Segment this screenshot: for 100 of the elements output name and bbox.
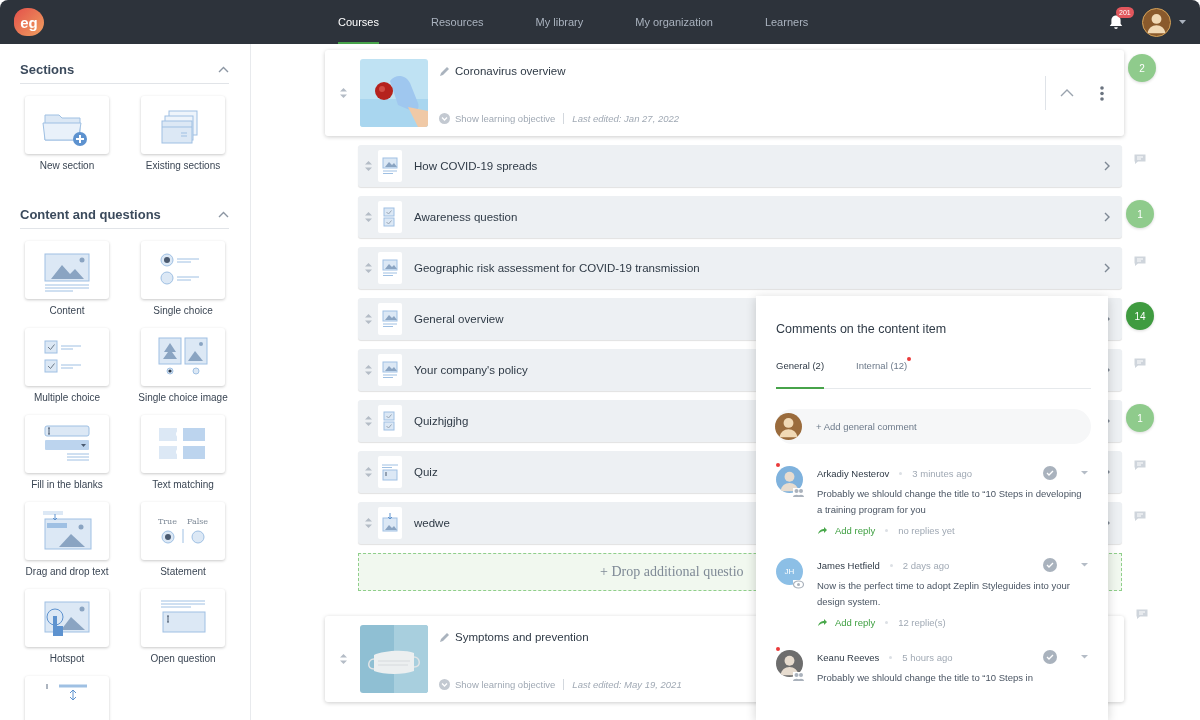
author-avatar: JH xyxy=(776,558,803,585)
nav-tab[interactable]: My library xyxy=(535,0,584,44)
block-tile[interactable] xyxy=(25,328,109,386)
reply-count: 12 replie(s) xyxy=(898,617,946,628)
block-tile[interactable] xyxy=(25,502,109,560)
collapse-icon[interactable] xyxy=(218,66,229,73)
pencil-icon xyxy=(439,65,450,77)
chevron-right-icon xyxy=(1104,212,1110,222)
item-title: General overview xyxy=(414,313,504,325)
content-item-row[interactable]: Awareness question xyxy=(358,196,1122,238)
tile-label: Single choice image xyxy=(138,392,228,403)
section-heading: Sections xyxy=(20,62,75,77)
drag-handle-icon[interactable] xyxy=(339,653,348,665)
block-tile[interactable] xyxy=(25,676,109,720)
tile-label: Existing sections xyxy=(145,160,221,171)
section-heading: Content and questions xyxy=(20,207,161,222)
nav-tab[interactable]: Courses xyxy=(338,0,379,44)
last-edited-text: Last edited: May 19, 2021 xyxy=(572,679,682,690)
caret-icon[interactable] xyxy=(1081,471,1088,475)
reply-arrow-icon xyxy=(817,526,828,535)
block-tile[interactable]: True False xyxy=(141,502,225,560)
nav-tab[interactable]: Learners xyxy=(764,0,809,44)
section-title: Coronavirus overview xyxy=(455,65,566,77)
add-comment-field[interactable]: + Add general comment xyxy=(816,421,917,432)
comment-icon xyxy=(1134,154,1146,164)
comment-icon xyxy=(1134,511,1146,521)
caret-icon xyxy=(1179,20,1186,24)
drag-handle-icon xyxy=(364,466,373,478)
comment-count-badge[interactable]: 14 xyxy=(1126,302,1154,330)
author-name: Arkadiy Nesterov xyxy=(817,467,890,479)
block-tile[interactable] xyxy=(25,589,109,647)
drag-handle-icon xyxy=(364,364,373,376)
collapse-icon[interactable] xyxy=(1060,89,1074,97)
reply-count: no replies yet xyxy=(898,525,955,536)
tile-label: Statement xyxy=(160,566,206,577)
block-tile[interactable] xyxy=(25,415,109,473)
comment-time: 2 days ago xyxy=(902,559,950,571)
nav-tab[interactable]: Resources xyxy=(430,0,484,44)
comment-tab[interactable]: General (2) xyxy=(776,360,825,389)
item-title: Geographic risk assessment for COVID-19 transmission xyxy=(414,262,700,274)
more-options-icon[interactable] xyxy=(1100,85,1104,101)
item-title: Quiz xyxy=(414,466,438,478)
collapse-icon[interactable] xyxy=(218,211,229,218)
pencil-icon xyxy=(439,631,450,643)
author-name: Keanu Reeves xyxy=(817,651,880,663)
chevron-down-icon xyxy=(439,113,450,124)
tile-label: Fill in the blanks xyxy=(31,479,103,490)
drag-handle-icon xyxy=(364,262,373,274)
chevron-down-icon xyxy=(439,679,450,690)
false-label: False xyxy=(186,517,209,526)
user-avatar xyxy=(775,413,802,440)
nav-tab[interactable]: My organization xyxy=(635,0,713,44)
item-title: Quizhjgjhg xyxy=(414,415,469,427)
comment-icon xyxy=(1134,460,1146,470)
comment-time: 3 minutes ago xyxy=(912,467,973,479)
resolve-icon[interactable] xyxy=(1043,466,1057,480)
block-tile[interactable] xyxy=(141,241,225,299)
user-avatar[interactable] xyxy=(1142,7,1171,37)
reply-arrow-icon xyxy=(817,618,828,627)
true-label: True xyxy=(157,517,177,526)
tile-label: Single choice xyxy=(153,305,213,316)
block-tile[interactable] xyxy=(141,96,225,154)
comment-tab[interactable]: Internal (12) xyxy=(856,360,908,389)
content-item-row[interactable]: How COVID-19 spreads xyxy=(358,145,1122,187)
tile-label: Multiple choice xyxy=(33,392,101,403)
block-tile[interactable] xyxy=(141,589,225,647)
last-edited-text: Last edited: Jan 27, 2022 xyxy=(572,113,680,124)
item-title: Your company's policy xyxy=(414,364,528,376)
resolve-icon[interactable] xyxy=(1043,650,1057,664)
tile-label: Open question xyxy=(150,653,216,664)
tile-label: Text matching xyxy=(152,479,214,490)
bell-icon xyxy=(1108,14,1124,30)
tile-label: New section xyxy=(39,160,95,171)
drag-handle-icon xyxy=(364,211,373,223)
comment-icon xyxy=(1136,609,1148,619)
drop-zone-label: + Drop additional questio xyxy=(600,564,744,580)
block-tile[interactable] xyxy=(25,241,109,299)
item-title: How COVID-19 spreads xyxy=(414,160,538,172)
item-title: Awareness question xyxy=(414,211,518,223)
caret-icon[interactable] xyxy=(1081,563,1088,567)
section-title: Symptoms and prevention xyxy=(455,631,589,643)
comment-text: Probably we shlould change the title to “10 Steps in xyxy=(817,671,1034,685)
content-item-row[interactable]: Geographic risk assessment for COVID-19 transmission xyxy=(358,247,1122,289)
drag-handle-icon xyxy=(364,313,373,325)
block-tile[interactable] xyxy=(141,415,225,473)
chevron-right-icon xyxy=(1104,263,1110,273)
add-reply-link[interactable]: Add reply xyxy=(817,617,876,628)
add-reply-link[interactable]: Add reply xyxy=(817,525,876,536)
block-tile[interactable] xyxy=(141,328,225,386)
resolve-icon[interactable] xyxy=(1043,558,1057,572)
block-tile[interactable] xyxy=(25,96,109,154)
caret-icon[interactable] xyxy=(1081,655,1088,659)
drag-handle-icon xyxy=(364,415,373,427)
eye-icon xyxy=(793,580,804,589)
author-name: James Hetfield xyxy=(817,559,880,571)
drag-handle-icon xyxy=(364,160,373,172)
drag-handle-icon xyxy=(364,517,373,529)
tile-label: Drag and drop text xyxy=(25,566,109,577)
drag-handle-icon[interactable] xyxy=(339,87,348,99)
people-icon xyxy=(793,672,804,681)
